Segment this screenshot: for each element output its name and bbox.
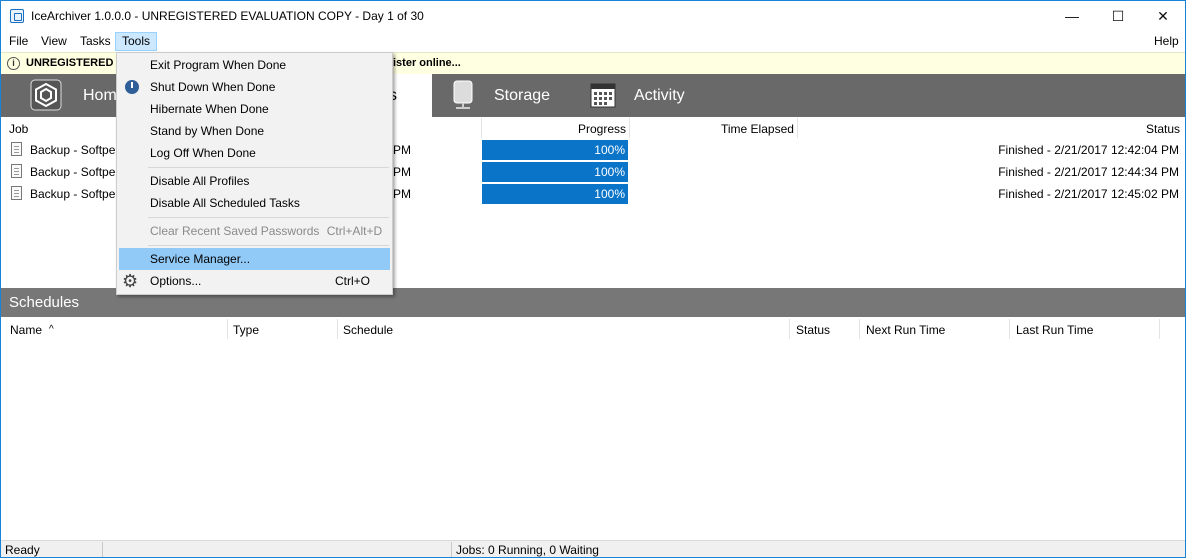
info-icon: i xyxy=(7,57,20,70)
job-name: Backup - Softpe xyxy=(30,143,116,157)
menu-separator xyxy=(148,167,389,168)
tools-dropdown-menu: Exit Program When Done Shut Down When Do… xyxy=(116,52,393,295)
menu-tools[interactable]: Tools xyxy=(115,32,158,51)
menu-help[interactable]: Help xyxy=(1148,32,1185,51)
column-status[interactable]: Status xyxy=(1146,122,1180,136)
menu-tasks[interactable]: Tasks xyxy=(74,32,117,51)
menu-clear-passwords-shortcut: Ctrl+Alt+D xyxy=(326,224,383,238)
job-name: Backup - Softpe xyxy=(30,165,116,179)
column-divider[interactable] xyxy=(859,319,860,339)
tab-storage[interactable]: Storage xyxy=(442,74,572,117)
menu-service-manager[interactable]: Service Manager... xyxy=(119,248,390,270)
job-name: Backup - Softpe xyxy=(30,187,116,201)
tab-activity-label: Activity xyxy=(634,87,685,104)
column-job[interactable]: Job xyxy=(9,122,28,136)
status-divider xyxy=(451,542,452,557)
gear-icon: ⚙ xyxy=(122,271,139,291)
job-time: PM xyxy=(393,143,411,157)
column-last-run[interactable]: Last Run Time xyxy=(1016,323,1093,337)
progress-text: 100% xyxy=(594,165,625,179)
column-divider[interactable] xyxy=(789,319,790,339)
column-divider[interactable] xyxy=(1009,319,1010,339)
column-time-elapsed[interactable]: Time Elapsed xyxy=(721,122,794,136)
column-divider[interactable] xyxy=(797,118,798,138)
status-bar: Ready Jobs: 0 Running, 0 Waiting xyxy=(1,540,1185,557)
window-title: IceArchiver 1.0.0.0 - UNREGISTERED EVALU… xyxy=(31,9,424,23)
menu-file[interactable]: File xyxy=(3,32,34,51)
column-divider[interactable] xyxy=(1159,319,1160,339)
job-status: Finished - 2/21/2017 12:45:02 PM xyxy=(998,187,1179,201)
app-logo-icon xyxy=(10,9,24,23)
storage-icon xyxy=(453,80,473,109)
progress-text: 100% xyxy=(594,187,625,201)
title-bar: IceArchiver 1.0.0.0 - UNREGISTERED EVALU… xyxy=(1,1,1185,31)
progress-bar: 100% xyxy=(482,162,628,182)
home-icon xyxy=(30,79,62,111)
calendar-icon xyxy=(590,83,616,108)
status-divider xyxy=(102,542,103,557)
info-text-left: UNREGISTERED xyxy=(26,57,114,69)
menu-hibernate-when-done[interactable]: Hibernate When Done xyxy=(119,98,390,120)
tab-home[interactable]: Hom xyxy=(1,74,131,117)
tab-home-label: Hom xyxy=(83,87,117,104)
menu-shutdown-label: Shut Down When Done xyxy=(150,80,276,94)
menu-logoff-when-done[interactable]: Log Off When Done xyxy=(119,142,390,164)
menu-shutdown-when-done[interactable]: Shut Down When Done xyxy=(119,76,390,98)
menu-clear-passwords-label: Clear Recent Saved Passwords xyxy=(150,224,320,238)
column-divider[interactable] xyxy=(337,319,338,339)
document-icon xyxy=(11,142,22,156)
column-type[interactable]: Type xyxy=(233,323,259,337)
tab-jobs[interactable]: s xyxy=(389,74,432,117)
column-divider[interactable] xyxy=(629,118,630,138)
menu-view[interactable]: View xyxy=(35,32,73,51)
document-icon xyxy=(11,164,22,178)
menu-standby-when-done[interactable]: Stand by When Done xyxy=(119,120,390,142)
menu-options-label: Options... xyxy=(150,274,202,288)
status-jobs: Jobs: 0 Running, 0 Waiting xyxy=(456,543,599,557)
column-next-run[interactable]: Next Run Time xyxy=(866,323,945,337)
maximize-button[interactable]: ☐ xyxy=(1095,1,1141,31)
progress-bar: 100% xyxy=(482,184,628,204)
register-online-link[interactable]: ister online... xyxy=(393,57,461,69)
status-ready: Ready xyxy=(5,543,40,557)
menu-separator xyxy=(148,245,389,246)
document-icon xyxy=(11,186,22,200)
menu-bar: File View Tasks Tools Help xyxy=(1,31,1185,52)
tab-activity[interactable]: Activity xyxy=(583,74,713,117)
progress-text: 100% xyxy=(594,143,625,157)
menu-clear-passwords: Clear Recent Saved Passwords Ctrl+Alt+D xyxy=(119,220,390,242)
job-status: Finished - 2/21/2017 12:44:34 PM xyxy=(998,165,1179,179)
sort-ascending-icon: ^ xyxy=(49,324,54,335)
tab-storage-label: Storage xyxy=(494,87,551,104)
column-name[interactable]: Name xyxy=(10,323,42,337)
progress-bar: 100% xyxy=(482,140,628,160)
menu-exit-when-done[interactable]: Exit Program When Done xyxy=(119,54,390,76)
column-divider[interactable] xyxy=(481,118,482,138)
job-time: PM xyxy=(393,165,411,179)
menu-separator xyxy=(148,217,389,218)
menu-options-shortcut: Ctrl+O xyxy=(334,274,370,288)
job-time: PM xyxy=(393,187,411,201)
column-sched-status[interactable]: Status xyxy=(796,323,830,337)
column-divider[interactable] xyxy=(227,319,228,339)
power-icon xyxy=(125,80,139,94)
menu-options[interactable]: ⚙ Options... Ctrl+O xyxy=(119,270,390,292)
column-progress[interactable]: Progress xyxy=(578,122,626,136)
minimize-button[interactable]: — xyxy=(1049,1,1095,31)
close-button[interactable]: ✕ xyxy=(1140,1,1185,31)
job-status: Finished - 2/21/2017 12:42:04 PM xyxy=(998,143,1179,157)
app-window: IceArchiver 1.0.0.0 - UNREGISTERED EVALU… xyxy=(0,0,1186,558)
menu-disable-profiles[interactable]: Disable All Profiles xyxy=(119,170,390,192)
column-schedule[interactable]: Schedule xyxy=(343,323,393,337)
menu-disable-scheduled[interactable]: Disable All Scheduled Tasks xyxy=(119,192,390,214)
